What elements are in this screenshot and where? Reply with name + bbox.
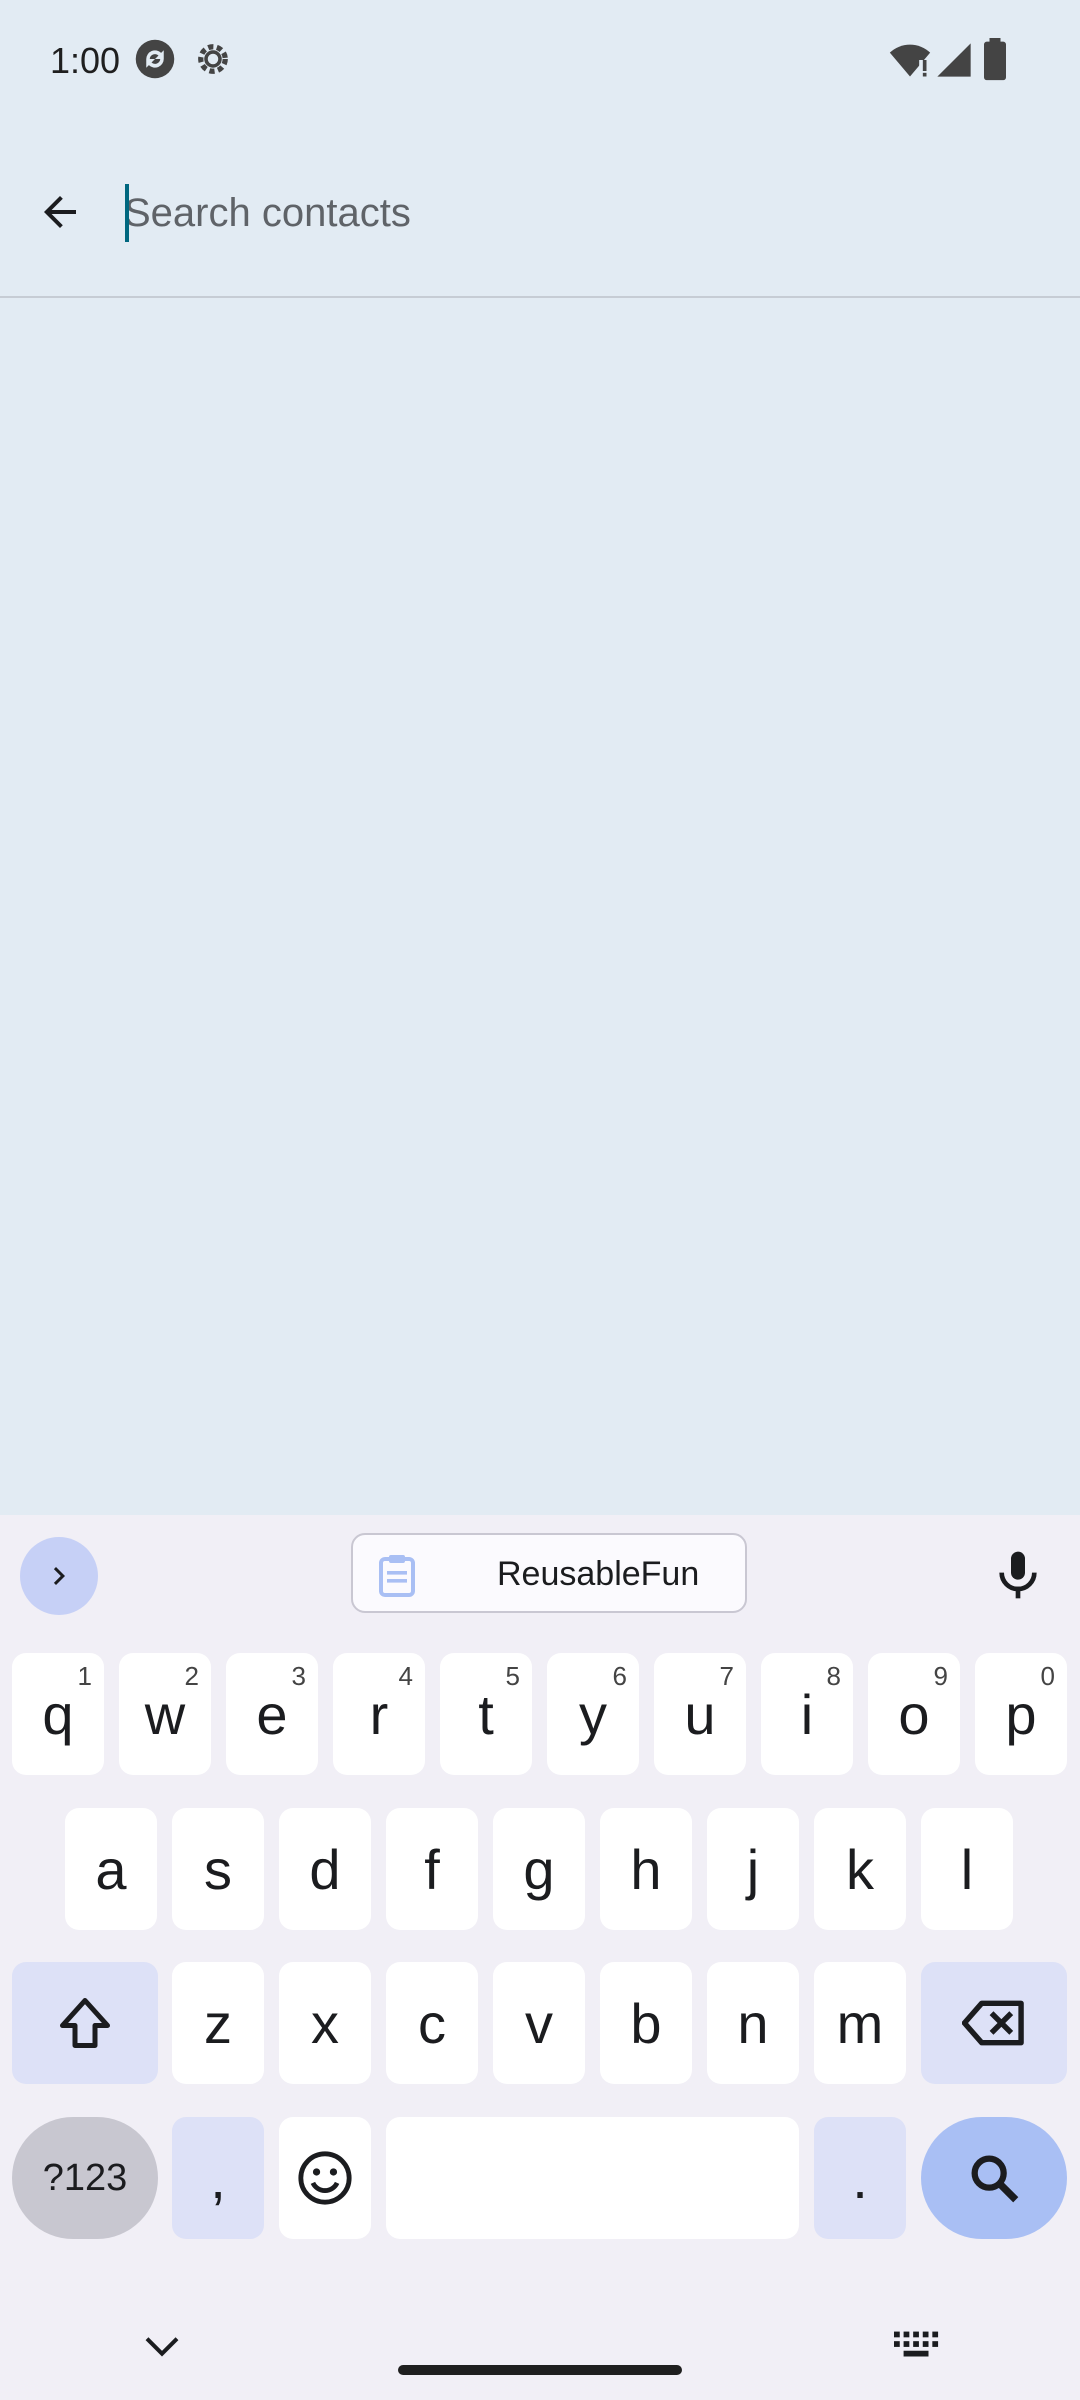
key-number-hint: 7 [719,1661,734,1691]
key-c[interactable]: c [386,1962,478,2084]
text-cursor [125,184,129,242]
emoji-smile-icon [298,2151,352,2205]
key-q[interactable]: q1 [12,1653,104,1775]
emoji-key[interactable] [279,2117,371,2239]
hide-keyboard-button[interactable] [142,2332,182,2367]
comma-key[interactable]: , [172,2117,264,2239]
key-w[interactable]: w2 [119,1653,211,1775]
settings-gear-icon [192,38,234,85]
symbols-key[interactable]: ?123 [12,2117,158,2239]
backspace-key[interactable] [921,1962,1067,2084]
shift-key[interactable] [12,1962,158,2084]
space-bar[interactable] [386,2117,799,2239]
key-label: o [898,1682,930,1746]
clipboard-icon [379,1555,415,1597]
results-area [0,298,1080,1515]
key-v[interactable]: v [493,1962,585,2084]
key-label: y [579,1682,607,1746]
key-i[interactable]: i8 [761,1653,853,1775]
key-label: i [800,1682,814,1746]
key-s[interactable]: s [172,1808,264,1930]
status-time: 1:00 [50,40,121,81]
key-y[interactable]: y6 [547,1653,639,1775]
key-e[interactable]: e3 [226,1653,318,1775]
search-header [0,130,1080,298]
clipboard-text: ReusableFun [497,1555,700,1593]
shift-arrow-icon [60,1998,110,2048]
key-number-hint: 9 [933,1661,948,1691]
search-action-key[interactable] [921,2117,1067,2239]
key-number-hint: 3 [291,1661,306,1691]
key-label: r [369,1682,389,1746]
key-p[interactable]: p0 [975,1653,1067,1775]
key-a[interactable]: a [65,1808,157,1930]
key-l[interactable]: l [921,1808,1013,1930]
key-label: w [144,1682,186,1746]
key-label: q [42,1682,74,1746]
keyboard-icon [894,2331,939,2357]
key-f[interactable]: f [386,1808,478,1930]
period-key[interactable]: . [814,2117,906,2239]
voice-input-button[interactable] [990,1545,1046,1610]
key-d[interactable]: d [279,1808,371,1930]
chevron-down-icon [145,2337,179,2357]
key-number-hint: 4 [398,1661,413,1691]
status-bar: 1:00 [0,0,1080,130]
wifi-alert-icon [888,38,932,87]
clipboard-suggestion-chip[interactable]: ReusableFun [351,1533,747,1613]
key-t[interactable]: t5 [440,1653,532,1775]
key-z[interactable]: z [172,1962,264,2084]
key-number-hint: 2 [184,1661,199,1691]
key-r[interactable]: r4 [333,1653,425,1775]
key-label: t [478,1682,494,1746]
arrow-back-icon [44,196,76,228]
backspace-icon [962,2000,1024,2046]
key-number-hint: 5 [505,1661,520,1691]
key-u[interactable]: u7 [654,1653,746,1775]
cell-signal-icon [934,38,974,87]
key-b[interactable]: b [600,1962,692,2084]
key-label: u [684,1682,716,1746]
microphone-icon [999,1551,1037,1599]
chevron-right-icon [53,1567,65,1585]
key-k[interactable]: k [814,1808,906,1930]
key-number-hint: 0 [1040,1661,1055,1691]
key-g[interactable]: g [493,1808,585,1930]
key-number-hint: 8 [826,1661,841,1691]
search-input[interactable] [124,178,1024,248]
key-label: p [1005,1682,1037,1746]
expand-toolbar-button[interactable] [20,1537,98,1615]
battery-icon [982,38,1008,87]
keyboard-toolbar: ReusableFun [0,1515,1080,1645]
navigation-bar [0,2250,1080,2400]
search-icon [971,2155,1019,2203]
key-o[interactable]: o9 [868,1653,960,1775]
key-m[interactable]: m [814,1962,906,2084]
keyboard-switcher-button[interactable] [894,2330,940,2365]
key-number-hint: 6 [612,1661,627,1691]
home-gesture-pill[interactable] [398,2365,682,2375]
back-button[interactable] [22,174,98,250]
key-j[interactable]: j [707,1808,799,1930]
key-label: e [256,1682,288,1746]
key-n[interactable]: n [707,1962,799,2084]
sync-icon [134,38,176,85]
key-number-hint: 1 [77,1661,92,1691]
key-x[interactable]: x [279,1962,371,2084]
key-h[interactable]: h [600,1808,692,1930]
